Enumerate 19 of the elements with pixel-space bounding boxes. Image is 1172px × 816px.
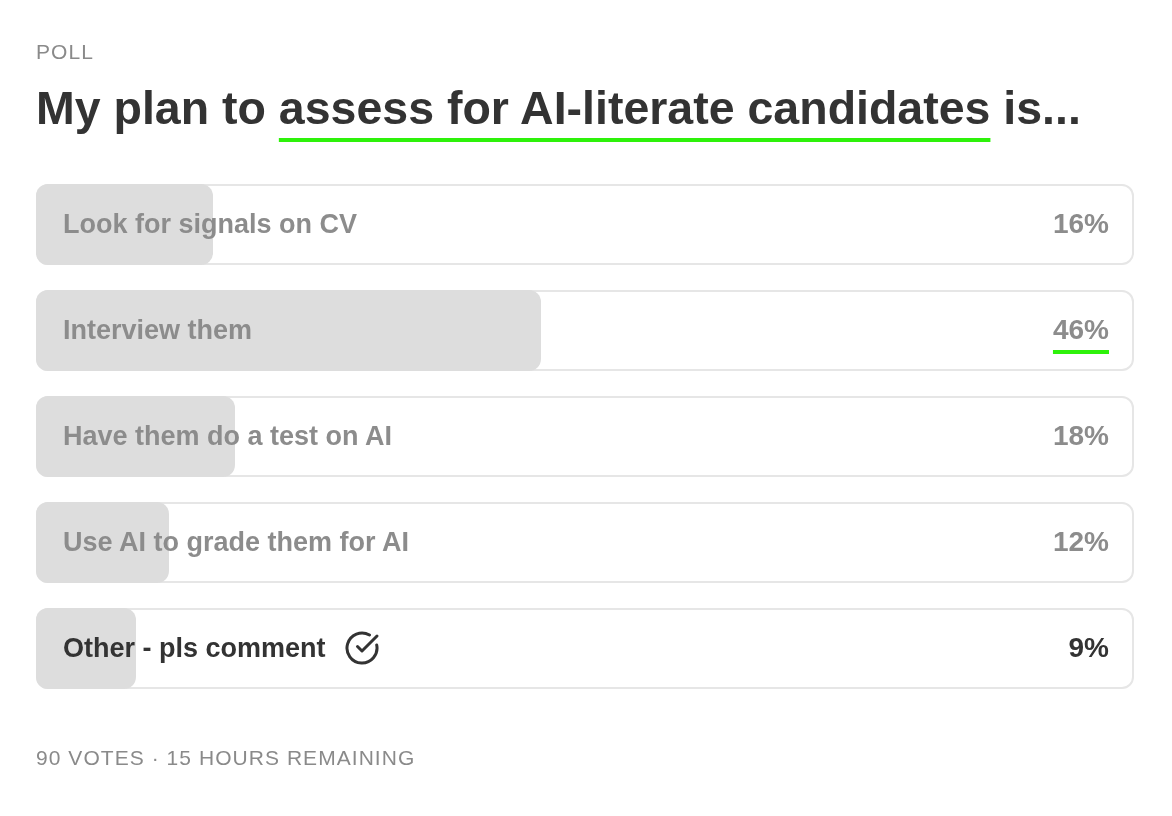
option-label: Other - pls comment <box>63 634 326 662</box>
poll-option[interactable]: Look for signals on CV 16% <box>36 183 1134 265</box>
vote-percentage: 16% <box>1052 207 1109 241</box>
check-circle-icon <box>343 630 380 666</box>
vote-percentage: 12% <box>1052 525 1109 559</box>
poll-option[interactable]: Use AI to grade them for AI 12% <box>36 501 1134 583</box>
poll-question: My plan to assess for AI-literate candidates is... <box>36 85 1081 136</box>
poll-option[interactable]: Have them do a test on AI 18% <box>36 395 1134 477</box>
option-label: Have them do a test on AI <box>63 422 393 450</box>
poll-option[interactable]: Interview them 46% <box>36 289 1134 371</box>
vote-percentage: 18% <box>1052 419 1109 453</box>
poll-label: POLL <box>36 41 94 62</box>
option-label: Look for signals on CV <box>63 210 358 238</box>
poll-option[interactable]: Other - pls comment 9% <box>36 607 1134 689</box>
vote-percentage: 46% <box>1052 313 1109 347</box>
vote-percentage: 9% <box>1068 631 1109 665</box>
option-label: Interview them <box>63 316 253 344</box>
poll-footer: 90 VOTES · 15 HOURS REMAINING <box>36 746 416 768</box>
option-label: Use AI to grade them for AI <box>63 528 410 556</box>
